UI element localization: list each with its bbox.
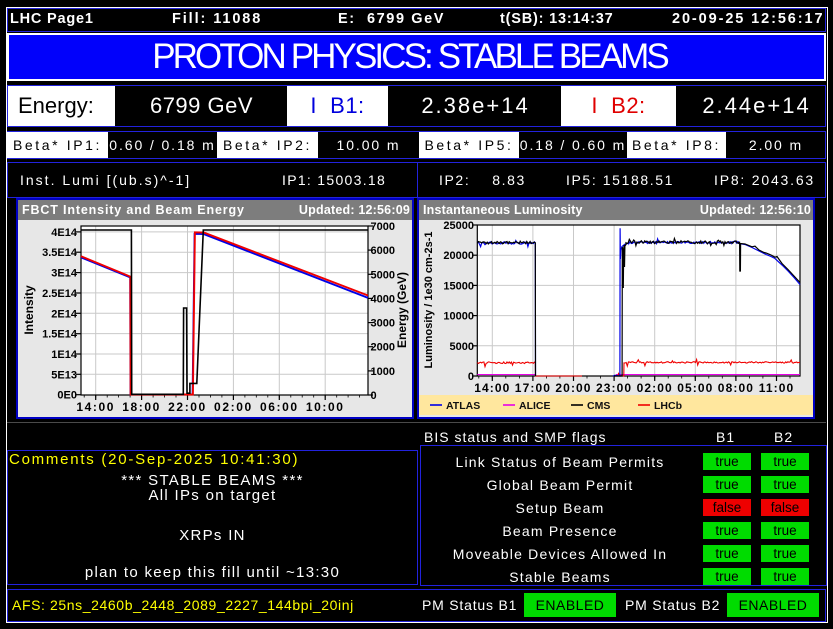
svg-text:ALICE: ALICE bbox=[519, 400, 551, 412]
svg-text:2.5E14: 2.5E14 bbox=[42, 288, 78, 300]
svg-text:06:00: 06:00 bbox=[260, 400, 299, 414]
svg-text:14:00: 14:00 bbox=[76, 400, 115, 414]
svg-text:22:00: 22:00 bbox=[168, 400, 207, 414]
svg-text:10:00: 10:00 bbox=[306, 400, 345, 414]
svg-text:20000: 20000 bbox=[443, 250, 474, 262]
svg-text:17:00: 17:00 bbox=[515, 381, 551, 395]
svg-text:1.5E14: 1.5E14 bbox=[42, 329, 78, 341]
svg-text:LHCb: LHCb bbox=[654, 400, 682, 412]
svg-text:05:00: 05:00 bbox=[677, 381, 713, 395]
svg-text:7000: 7000 bbox=[371, 221, 395, 233]
svg-text:02:00: 02:00 bbox=[637, 381, 673, 395]
svg-text:Intensity: Intensity bbox=[22, 285, 36, 335]
svg-text:1000: 1000 bbox=[371, 366, 395, 378]
svg-text:11:00: 11:00 bbox=[759, 381, 795, 395]
svg-text:2E14: 2E14 bbox=[51, 308, 78, 320]
svg-text:23:00: 23:00 bbox=[596, 381, 632, 395]
svg-text:5E13: 5E13 bbox=[51, 369, 77, 381]
svg-text:0: 0 bbox=[468, 371, 474, 383]
svg-text:3.5E14: 3.5E14 bbox=[42, 247, 78, 259]
svg-text:2000: 2000 bbox=[371, 342, 395, 354]
svg-text:20:00: 20:00 bbox=[555, 381, 591, 395]
svg-text:1E14: 1E14 bbox=[51, 349, 78, 361]
svg-text:15000: 15000 bbox=[443, 280, 474, 292]
svg-text:08:00: 08:00 bbox=[718, 381, 754, 395]
svg-text:4E14: 4E14 bbox=[51, 227, 78, 239]
svg-text:ATLAS: ATLAS bbox=[446, 400, 480, 412]
svg-text:3000: 3000 bbox=[371, 318, 395, 330]
svg-text:CMS: CMS bbox=[587, 400, 610, 412]
svg-text:02:00: 02:00 bbox=[214, 400, 253, 414]
svg-text:18:00: 18:00 bbox=[122, 400, 161, 414]
svg-text:4000: 4000 bbox=[371, 293, 395, 305]
svg-text:3E14: 3E14 bbox=[51, 268, 78, 280]
svg-text:5000: 5000 bbox=[371, 269, 395, 281]
svg-text:14:00: 14:00 bbox=[474, 381, 510, 395]
svg-text:Energy (GeV): Energy (GeV) bbox=[395, 272, 409, 348]
svg-text:10000: 10000 bbox=[443, 311, 474, 323]
svg-text:25000: 25000 bbox=[443, 220, 474, 232]
svg-text:6000: 6000 bbox=[371, 245, 395, 257]
svg-text:5000: 5000 bbox=[450, 341, 474, 353]
svg-text:0: 0 bbox=[371, 390, 377, 402]
svg-text:Luminosity / 1e30 cm-2s-1: Luminosity / 1e30 cm-2s-1 bbox=[423, 232, 435, 369]
svg-text:0E0: 0E0 bbox=[57, 390, 77, 402]
